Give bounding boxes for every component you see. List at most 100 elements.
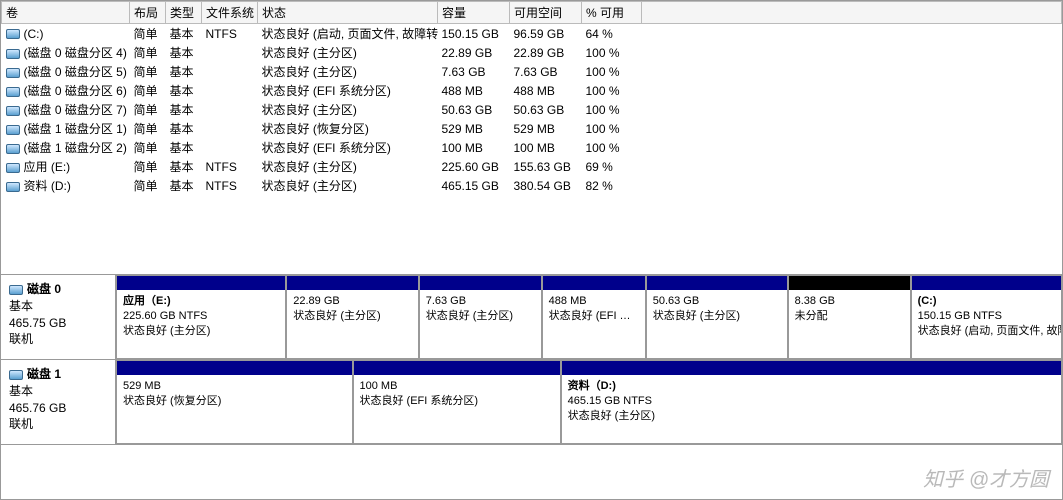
partition-size: 100 MB (360, 379, 554, 394)
volume-row[interactable]: 资料 (D:)简单基本NTFS状态良好 (主分区)465.15 GB380.54… (2, 176, 1062, 195)
cell-volume: (C:) (2, 24, 130, 44)
partition-block[interactable]: 资料（D:)465.15 GB NTFS状态良好 (主分区) (561, 360, 1062, 444)
cell-volume: (磁盘 0 磁盘分区 4) (2, 43, 130, 62)
disk-icon (9, 285, 23, 295)
col-capacity[interactable]: 容量 (438, 2, 510, 24)
partition-size: 225.60 GB NTFS (123, 309, 279, 324)
partition-body: 22.89 GB状态良好 (主分区) (287, 290, 417, 328)
partition-block[interactable]: 488 MB状态良好 (EFI … (542, 275, 646, 359)
volume-icon (6, 29, 20, 39)
volume-row[interactable]: (磁盘 1 磁盘分区 1)简单基本状态良好 (恢复分区)529 MB529 MB… (2, 119, 1062, 138)
partition-status: 状态良好 (主分区) (293, 309, 411, 324)
cell-type: 基本 (166, 119, 202, 138)
cell-fs (202, 100, 258, 119)
volume-row[interactable]: (磁盘 0 磁盘分区 5)简单基本状态良好 (主分区)7.63 GB7.63 G… (2, 62, 1062, 81)
disk-map: 应用（E:)225.60 GB NTFS状态良好 (主分区)22.89 GB状态… (116, 275, 1062, 359)
volume-row[interactable]: (磁盘 0 磁盘分区 4)简单基本状态良好 (主分区)22.89 GB22.89… (2, 43, 1062, 62)
cell-fs: NTFS (202, 176, 258, 195)
partition-size: 7.63 GB (426, 294, 535, 309)
cell-status: 状态良好 (主分区) (258, 100, 438, 119)
col-percent[interactable]: % 可用 (582, 2, 642, 24)
col-filesystem[interactable]: 文件系统 (202, 2, 258, 24)
cell-free: 488 MB (510, 81, 582, 100)
partition-name: 应用（E:) (123, 294, 279, 309)
partition-color-bar (420, 276, 541, 290)
cell-free: 50.63 GB (510, 100, 582, 119)
volume-row[interactable]: (磁盘 1 磁盘分区 2)简单基本状态良好 (EFI 系统分区)100 MB10… (2, 138, 1062, 157)
partition-color-bar (789, 276, 910, 290)
partition-block[interactable]: 7.63 GB状态良好 (主分区) (419, 275, 542, 359)
col-free[interactable]: 可用空间 (510, 2, 582, 24)
col-type[interactable]: 类型 (166, 2, 202, 24)
partition-body: (C:)150.15 GB NTFS状态良好 (启动, 页面文件, 故障… (912, 290, 1061, 343)
cell-pct: 100 % (582, 100, 642, 119)
cell-type: 基本 (166, 81, 202, 100)
disk-state: 联机 (9, 416, 107, 433)
cell-status: 状态良好 (EFI 系统分区) (258, 81, 438, 100)
disk-type: 基本 (9, 383, 107, 400)
cell-type: 基本 (166, 24, 202, 44)
partition-size: 488 MB (549, 294, 639, 309)
cell-volume: (磁盘 1 磁盘分区 2) (2, 138, 130, 157)
partition-body: 100 MB状态良好 (EFI 系统分区) (354, 375, 560, 413)
cell-pct: 100 % (582, 62, 642, 81)
partition-name: (C:) (918, 294, 1055, 309)
volume-icon (6, 87, 20, 97)
partition-body: 应用（E:)225.60 GB NTFS状态良好 (主分区) (117, 290, 285, 343)
volume-list[interactable]: 卷 布局 类型 文件系统 状态 容量 可用空间 % 可用 (C:)简单基本NTF… (1, 1, 1062, 275)
col-status[interactable]: 状态 (258, 2, 438, 24)
cell-capacity: 150.15 GB (438, 24, 510, 44)
cell-free: 155.63 GB (510, 157, 582, 176)
volume-row[interactable]: (C:)简单基本NTFS状态良好 (启动, 页面文件, 故障转储, 主分区)15… (2, 24, 1062, 44)
partition-body: 7.63 GB状态良好 (主分区) (420, 290, 541, 328)
partition-color-bar (562, 361, 1061, 375)
disk-icon (9, 370, 23, 380)
cell-free: 380.54 GB (510, 176, 582, 195)
partition-block[interactable]: 100 MB状态良好 (EFI 系统分区) (353, 360, 561, 444)
volume-row[interactable]: (磁盘 0 磁盘分区 6)简单基本状态良好 (EFI 系统分区)488 MB48… (2, 81, 1062, 100)
partition-size: 150.15 GB NTFS (918, 309, 1055, 324)
cell-volume: (磁盘 0 磁盘分区 7) (2, 100, 130, 119)
disk-label[interactable]: 磁盘 0基本465.75 GB联机 (1, 275, 116, 359)
partition-block[interactable]: 529 MB状态良好 (恢复分区) (116, 360, 353, 444)
volume-row[interactable]: (磁盘 0 磁盘分区 7)简单基本状态良好 (主分区)50.63 GB50.63… (2, 100, 1062, 119)
volume-row[interactable]: 应用 (E:)简单基本NTFS状态良好 (主分区)225.60 GB155.63… (2, 157, 1062, 176)
cell-status: 状态良好 (EFI 系统分区) (258, 138, 438, 157)
partition-status: 状态良好 (EFI … (549, 309, 639, 324)
col-layout[interactable]: 布局 (130, 2, 166, 24)
cell-fs: NTFS (202, 157, 258, 176)
cell-fs (202, 81, 258, 100)
partition-status: 状态良好 (主分区) (123, 324, 279, 339)
cell-free: 529 MB (510, 119, 582, 138)
disk-map: 529 MB状态良好 (恢复分区)100 MB状态良好 (EFI 系统分区)资料… (116, 360, 1062, 444)
volume-icon (6, 144, 20, 154)
partition-block[interactable]: 应用（E:)225.60 GB NTFS状态良好 (主分区) (116, 275, 286, 359)
cell-pct: 64 % (582, 24, 642, 44)
partition-size: 8.38 GB (795, 294, 904, 309)
disk-state: 联机 (9, 331, 107, 348)
cell-capacity: 225.60 GB (438, 157, 510, 176)
cell-status: 状态良好 (启动, 页面文件, 故障转储, 主分区) (258, 24, 438, 44)
col-volume[interactable]: 卷 (2, 2, 130, 24)
cell-layout: 简单 (130, 43, 166, 62)
cell-fs (202, 43, 258, 62)
cell-capacity: 7.63 GB (438, 62, 510, 81)
cell-pct: 100 % (582, 43, 642, 62)
partition-block[interactable]: 50.63 GB状态良好 (主分区) (646, 275, 788, 359)
cell-free: 22.89 GB (510, 43, 582, 62)
cell-status: 状态良好 (主分区) (258, 176, 438, 195)
col-spacer (642, 2, 1062, 24)
partition-block[interactable]: 22.89 GB状态良好 (主分区) (286, 275, 418, 359)
partition-status: 状态良好 (EFI 系统分区) (360, 394, 554, 409)
cell-volume: (磁盘 1 磁盘分区 1) (2, 119, 130, 138)
partition-block[interactable]: (C:)150.15 GB NTFS状态良好 (启动, 页面文件, 故障… (911, 275, 1062, 359)
partition-size: 50.63 GB (653, 294, 781, 309)
cell-volume: 资料 (D:) (2, 176, 130, 195)
disk-label[interactable]: 磁盘 1基本465.76 GB联机 (1, 360, 116, 444)
volume-list-header[interactable]: 卷 布局 类型 文件系统 状态 容量 可用空间 % 可用 (2, 2, 1062, 24)
disk-pane: 磁盘 0基本465.75 GB联机应用（E:)225.60 GB NTFS状态良… (1, 275, 1062, 360)
cell-pct: 100 % (582, 138, 642, 157)
cell-capacity: 22.89 GB (438, 43, 510, 62)
cell-pct: 100 % (582, 81, 642, 100)
partition-block[interactable]: 8.38 GB未分配 (788, 275, 911, 359)
